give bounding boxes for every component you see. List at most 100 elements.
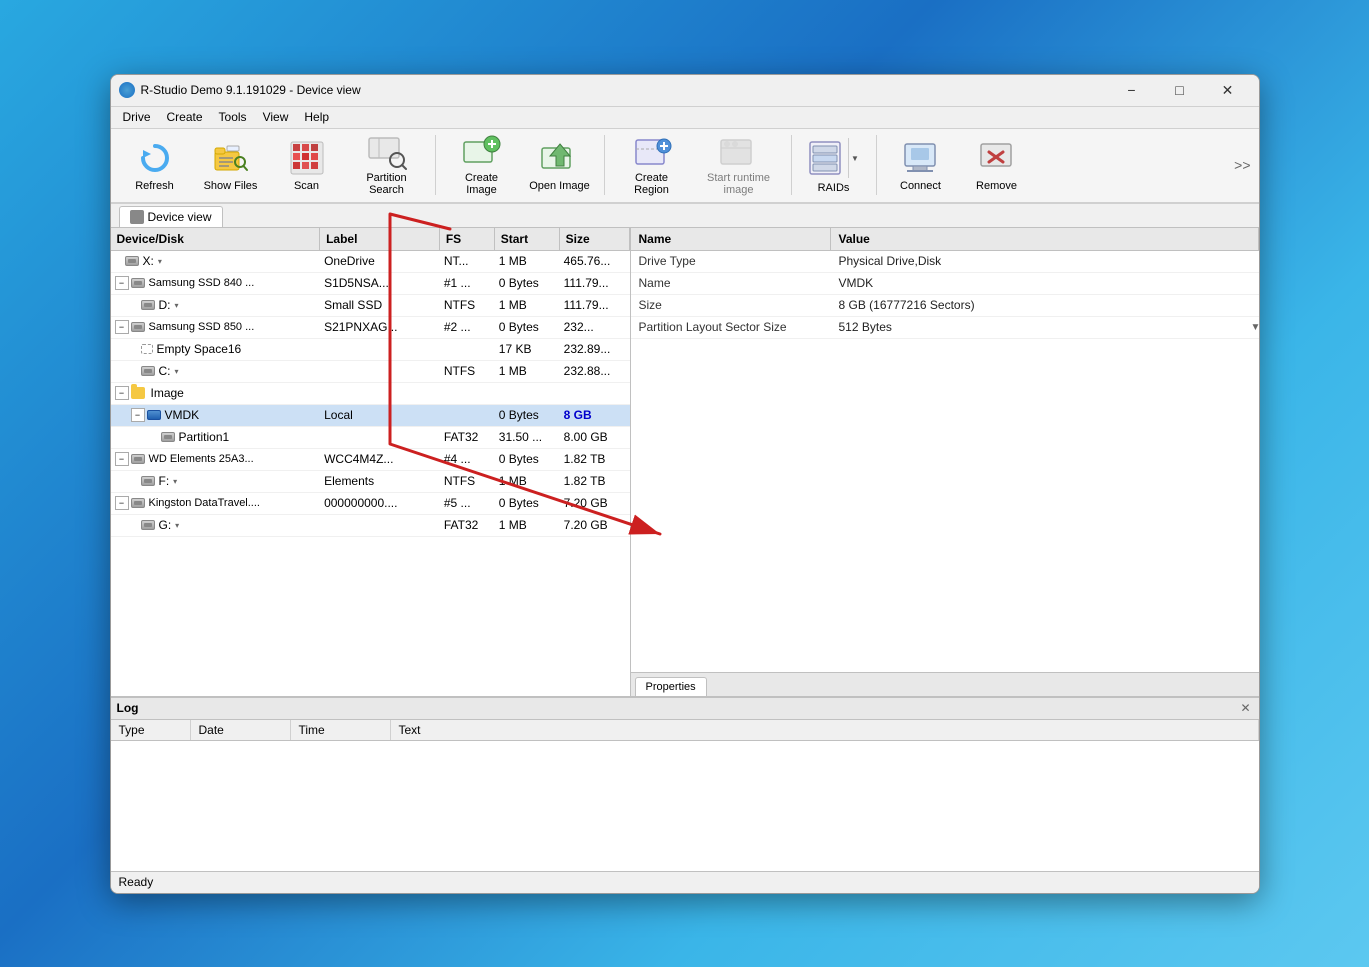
device-cell: D: ▾: [111, 296, 321, 314]
device-cell: − Samsung SSD 850 ...: [111, 318, 321, 336]
label-cell: S1D5NSA...: [320, 274, 440, 292]
menu-view[interactable]: View: [255, 108, 297, 126]
menu-create[interactable]: Create: [159, 108, 211, 126]
table-row[interactable]: X: ▾ OneDrive NT... 1 MB 465.76...: [111, 251, 630, 273]
create-region-label: Create Region: [618, 172, 686, 196]
scan-button[interactable]: Scan: [271, 131, 343, 199]
label-cell: Local: [320, 406, 440, 424]
table-row[interactable]: − Samsung SSD 850 ... S21PNXAG... #2 ...…: [111, 317, 630, 339]
create-image-button[interactable]: Create Image: [444, 131, 520, 199]
refresh-button[interactable]: Refresh: [119, 131, 191, 199]
start-cell: 31.50 ...: [495, 428, 560, 446]
device-cell: − WD Elements 25A3...: [111, 450, 321, 468]
device-name: Samsung SSD 840 ...: [149, 277, 255, 289]
fs-cell: #2 ...: [440, 318, 495, 336]
props-dropdown-arrow[interactable]: ▼: [1243, 320, 1259, 335]
menu-drive[interactable]: Drive: [115, 108, 159, 126]
fs-cell: #4 ...: [440, 450, 495, 468]
menu-help[interactable]: Help: [296, 108, 337, 126]
close-button[interactable]: ✕: [1205, 74, 1251, 106]
log-col-type: Type: [111, 720, 191, 740]
table-row[interactable]: F: ▾ Elements NTFS 1 MB 1.82 TB: [111, 471, 630, 493]
device-view-tab[interactable]: Device view: [119, 206, 223, 227]
minimize-button[interactable]: −: [1109, 74, 1155, 106]
device-name: Image: [151, 386, 184, 400]
props-body: Drive Type Physical Drive,Disk Name VMDK…: [631, 251, 1259, 672]
collapse-button[interactable]: −: [115, 452, 129, 466]
remove-button[interactable]: Remove: [961, 131, 1033, 199]
device-cell: − VMDK: [111, 406, 321, 424]
toolbar-overflow[interactable]: >>: [1234, 157, 1250, 173]
collapse-button[interactable]: −: [115, 320, 129, 334]
partition-search-button[interactable]: Partition Search: [347, 131, 427, 199]
size-cell: 1.82 TB: [560, 472, 630, 490]
log-col-text: Text: [391, 720, 1259, 740]
device-name: D:: [159, 298, 171, 312]
connect-icon: [901, 138, 941, 178]
raids-button[interactable]: ▼ RAIDs: [800, 131, 868, 199]
device-cell: − Samsung SSD 840 ...: [111, 274, 321, 292]
device-cell: C: ▾: [111, 362, 321, 380]
prop-name: Name: [631, 274, 831, 292]
main-window: R-Studio Demo 9.1.191029 - Device view −…: [110, 74, 1260, 894]
props-row: Partition Layout Sector Size 512 Bytes ▼: [631, 317, 1259, 339]
collapse-button[interactable]: −: [115, 496, 129, 510]
size-cell: 1.82 TB: [560, 450, 630, 468]
log-title: Log: [117, 701, 139, 715]
start-cell: 1 MB: [495, 362, 560, 380]
start-runtime-image-label: Start runtime image: [700, 172, 778, 196]
table-row[interactable]: C: ▾ NTFS 1 MB 232.88...: [111, 361, 630, 383]
start-runtime-image-button[interactable]: Start runtime image: [695, 131, 783, 199]
create-image-label: Create Image: [449, 172, 515, 196]
collapse-button[interactable]: −: [115, 276, 129, 290]
disk-icon: [141, 366, 155, 376]
device-tree-body: X: ▾ OneDrive NT... 1 MB 465.76... −: [111, 251, 630, 696]
open-image-icon: [540, 138, 580, 178]
dropdown-triangle: ▾: [175, 367, 179, 376]
label-cell: [320, 523, 440, 527]
create-region-button[interactable]: Create Region: [613, 131, 691, 199]
fs-cell: FAT32: [440, 516, 495, 534]
maximize-button[interactable]: □: [1157, 74, 1203, 106]
log-close-button[interactable]: ✕: [1239, 701, 1253, 715]
table-row[interactable]: Partition1 FAT32 31.50 ... 8.00 GB: [111, 427, 630, 449]
col-header-name: Name: [631, 228, 831, 250]
remove-label: Remove: [976, 180, 1017, 192]
raids-dropdown-arrow[interactable]: ▼: [848, 138, 861, 178]
folder-icon: [131, 387, 145, 399]
tree-header: Device/Disk Label FS Start Size: [111, 228, 630, 251]
menu-tools[interactable]: Tools: [211, 108, 255, 126]
table-row[interactable]: − VMDK Local 0 Bytes 8 GB: [111, 405, 630, 427]
dropdown-triangle: ▾: [158, 257, 162, 266]
partition-search-icon: [367, 134, 407, 170]
table-row[interactable]: D: ▾ Small SSD NTFS 1 MB 111.79...: [111, 295, 630, 317]
connect-button[interactable]: Connect: [885, 131, 957, 199]
create-region-icon: [632, 134, 672, 170]
table-row[interactable]: Empty Space16 17 KB 232.89...: [111, 339, 630, 361]
properties-panel: Name Value Drive Type Physical Drive,Dis…: [631, 228, 1259, 696]
properties-tab[interactable]: Properties: [635, 677, 707, 696]
device-name: Samsung SSD 850 ...: [149, 321, 255, 333]
start-cell: 1 MB: [495, 252, 560, 270]
size-cell: 8 GB: [560, 406, 630, 424]
toolbar-sep-1: [435, 135, 436, 195]
start-cell: 17 KB: [495, 340, 560, 358]
table-row[interactable]: − Samsung SSD 840 ... S1D5NSA... #1 ... …: [111, 273, 630, 295]
fs-cell: [440, 413, 495, 417]
size-cell: 232.89...: [560, 340, 630, 358]
collapse-button[interactable]: −: [131, 408, 145, 422]
open-image-button[interactable]: Open Image: [524, 131, 596, 199]
device-name: F:: [159, 474, 170, 488]
table-row[interactable]: − Image: [111, 383, 630, 405]
scan-label: Scan: [294, 180, 319, 192]
start-cell: 0 Bytes: [495, 406, 560, 424]
status-bar: Ready: [111, 871, 1259, 893]
props-row: Drive Type Physical Drive,Disk: [631, 251, 1259, 273]
table-row[interactable]: G: ▾ FAT32 1 MB 7.20 GB: [111, 515, 630, 537]
size-cell: 232.88...: [560, 362, 630, 380]
collapse-button[interactable]: −: [115, 386, 129, 400]
device-cell: G: ▾: [111, 516, 321, 534]
table-row[interactable]: − Kingston DataTravel.... 000000000.... …: [111, 493, 630, 515]
table-row[interactable]: − WD Elements 25A3... WCC4M4Z... #4 ... …: [111, 449, 630, 471]
show-files-button[interactable]: Show Files: [195, 131, 267, 199]
